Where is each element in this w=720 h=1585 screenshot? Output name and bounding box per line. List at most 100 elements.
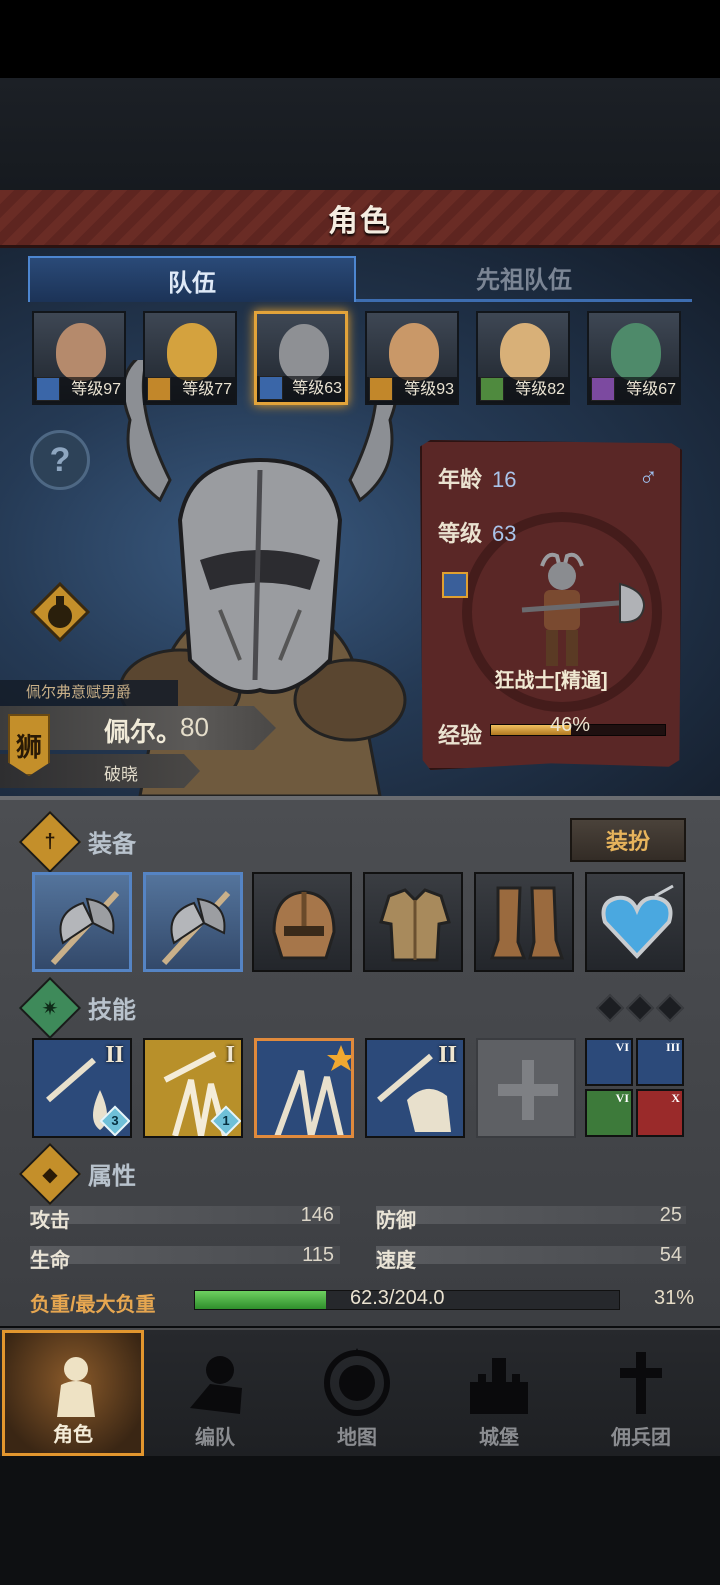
empty-skill-slot[interactable] [476,1038,576,1138]
compass-map-icon [324,1348,390,1416]
level-value: 63 [492,521,517,546]
load-percent: 31% [653,1287,694,1309]
skill-rank: I [225,1042,235,1068]
castle-icon [470,1358,528,1414]
hp-value: 115 [302,1244,334,1266]
heart-amulet-icon [601,884,674,959]
party-portraits: 等级97 等级77 等级63 等级93 等级82 等级67 [32,311,684,407]
team-tabs: 队伍 先祖队伍 [28,256,692,302]
skills-section-icon: ✷ [18,976,82,1040]
screen-title-bar: 角色 [0,190,720,248]
age-value: 16 [492,467,517,492]
skill-slot-2[interactable]: I 1 [143,1038,243,1138]
hero-face [611,323,661,381]
level-label: 等级 [438,521,483,546]
amulet-slot[interactable] [585,872,685,972]
attack-value: 146 [300,1204,334,1226]
equipment-label: 装备 [88,831,136,858]
speed-label: 速度 [376,1250,416,1272]
battle-axe-icon [50,890,120,966]
nav-formation[interactable]: 编队 [144,1330,286,1456]
skill-rank: II [105,1042,124,1068]
exp-label: 经验 [438,723,483,748]
skill-slot-1[interactable]: II 3 [32,1038,132,1138]
load-value: 62.3/204.0 [350,1287,445,1309]
tab-ancestor-team[interactable]: 先祖队伍 [356,256,692,302]
nav-map[interactable]: 地图 [286,1330,428,1456]
armor-slot[interactable] [363,872,463,972]
hero-stat-card: 年龄 16 ♂ 等级 63 狂战士[精通] 经验 46% [420,440,682,770]
class-name: 狂战士[精通] [494,670,608,692]
age-row: 年龄 16 [438,462,517,494]
attributes-label: 属性 [88,1163,136,1190]
party-member-4[interactable]: 等级93 [365,311,459,405]
staff-class-icon [591,377,615,401]
hero-name-number: 80 [180,712,209,742]
defense-value: 25 [659,1204,682,1226]
helmet-icon [272,890,336,960]
exp-value: 46% [550,714,591,736]
party-member-6[interactable]: 等级67 [587,311,681,405]
passive-skill-2[interactable]: III [636,1038,684,1086]
load-bar-fill [195,1291,327,1309]
axe-slot-2[interactable] [143,872,243,972]
bottom-nav: 角色 编队 地图 城堡 佣兵团 [0,1328,720,1456]
help-button[interactable]: ? [30,430,90,490]
attack-label: 攻击 [30,1210,70,1232]
axe-slot-1[interactable] [32,872,132,972]
skills-label: 技能 [88,997,136,1024]
party-member-1[interactable]: 等级97 [32,311,126,405]
speed-value: 54 [659,1244,682,1266]
nav-castle[interactable]: 城堡 [428,1330,570,1456]
hero-face [279,324,329,382]
dress-up-button[interactable]: 装扮 [570,818,686,862]
level-row: 等级 63 [438,516,517,548]
skill-slot-3[interactable] [254,1038,354,1138]
skill-slot-4[interactable]: II [365,1038,465,1138]
hero-face [167,323,217,381]
nav-label: 角色 [53,1424,93,1446]
party-member-3[interactable]: 等级63 [254,311,348,405]
nav-character[interactable]: 角色 [2,1330,144,1456]
knight-icon [57,1357,95,1417]
tab-team[interactable]: 队伍 [28,256,356,302]
mercenary-icon [620,1352,662,1414]
hero-name: 佩尔。 [104,717,183,747]
skill-rank: II [438,1042,457,1068]
top-spacer [0,78,720,190]
party-member-5[interactable]: 等级82 [476,311,570,405]
leather-armor-icon [379,888,451,962]
skills-header: ✷ 技能 [18,976,688,1040]
shield-class-icon [147,377,171,401]
nav-label: 佣兵团 [611,1427,671,1449]
defense-label: 防御 [376,1210,416,1232]
boots-slot[interactable] [474,872,574,972]
hero-face [500,323,550,381]
question-icon: ? [49,440,71,479]
boots-icon [489,886,565,960]
bottom-spacer [0,1456,720,1585]
party-member-2[interactable]: 等级77 [143,311,237,405]
sword-class-icon [442,572,468,598]
shield-class-icon [369,377,393,401]
equipment-section-icon: † [18,810,82,874]
passive-skill-3[interactable]: VI [585,1089,633,1137]
battle-axe-icon [161,890,231,966]
male-gender-icon: ♂ [638,462,659,492]
passive-skill-1[interactable]: VI [585,1038,633,1086]
attributes-header: ◆ 属性 [18,1142,688,1206]
berserker-figure [521,552,646,666]
potion-button[interactable] [30,582,90,642]
formation-icon [190,1356,242,1414]
sword-class-icon [259,376,283,400]
hero-subtitle: 破晓 [104,765,138,784]
status-bar-area [0,0,720,78]
nav-mercenary[interactable]: 佣兵团 [570,1330,712,1456]
bow-class-icon [480,377,504,401]
helmet-slot[interactable] [252,872,352,972]
triple-slash-skill-icon [274,1045,351,1135]
load-label: 负重/最大负重 [30,1294,156,1316]
sword-class-icon [36,377,60,401]
passive-skill-4[interactable]: X [636,1089,684,1137]
nav-label: 地图 [337,1427,377,1449]
